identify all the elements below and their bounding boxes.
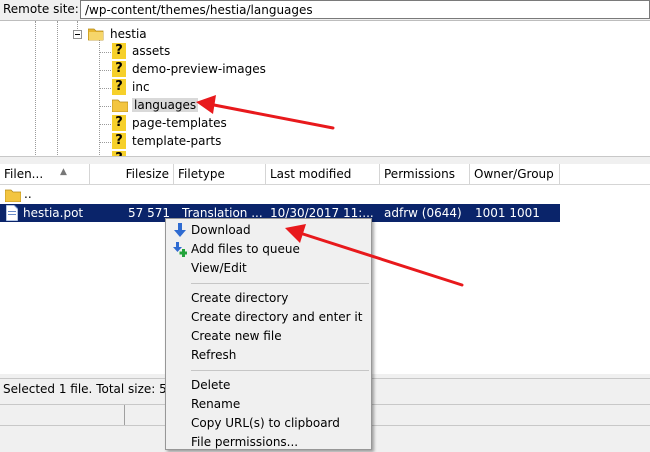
- tree-item-page-templates[interactable]: ? page-templates: [112, 114, 229, 132]
- column-owner-group[interactable]: Owner/Group: [470, 164, 560, 184]
- menu-item-rename[interactable]: Rename: [166, 395, 371, 414]
- menu-separator: [191, 283, 369, 284]
- column-filetype[interactable]: Filetype: [174, 164, 266, 184]
- tree-label: demo-preview-images: [132, 62, 266, 76]
- folder-open-icon: [88, 28, 104, 41]
- menu-item-add-to-queue[interactable]: Add files to queue: [166, 240, 371, 259]
- tree-label: assets: [132, 44, 171, 58]
- file-owner: 1001 1001: [475, 206, 540, 220]
- parent-directory-row[interactable]: ..: [0, 186, 560, 204]
- tree-item-assets[interactable]: ? assets: [112, 42, 172, 60]
- collapse-toggle-icon[interactable]: [73, 30, 82, 39]
- tree-label: inc: [132, 80, 150, 94]
- menu-item-download[interactable]: Download: [166, 221, 371, 240]
- menu-item-copy-url[interactable]: Copy URL(s) to clipboard: [166, 414, 371, 433]
- unknown-folder-icon: ?: [112, 79, 126, 95]
- unknown-folder-icon: ?: [112, 61, 126, 77]
- tree-label: template-parts: [132, 134, 222, 148]
- column-filesize[interactable]: Filesize: [90, 164, 174, 184]
- menu-item-file-permissions[interactable]: File permissions...: [166, 433, 371, 452]
- add-to-queue-icon: [173, 242, 187, 257]
- tree-item-demo-preview-images[interactable]: ? demo-preview-images: [112, 60, 268, 78]
- unknown-folder-icon: ?: [112, 43, 126, 59]
- tree-label: languages: [132, 98, 199, 112]
- sort-ascending-icon: ▲: [60, 167, 67, 177]
- menu-item-delete[interactable]: Delete: [166, 376, 371, 395]
- file-size: 57 571: [128, 206, 170, 220]
- menu-item-refresh[interactable]: Refresh: [166, 346, 371, 365]
- unknown-folder-icon: ?: [112, 133, 126, 149]
- column-last-modified[interactable]: Last modified: [266, 164, 380, 184]
- tree-label: page-templates: [132, 116, 227, 130]
- menu-separator: [191, 370, 369, 371]
- tree-item-template-parts[interactable]: ? template-parts: [112, 132, 223, 150]
- remote-site-label: Remote site:: [3, 2, 79, 16]
- menu-item-create-directory[interactable]: Create directory: [166, 289, 371, 308]
- column-filename[interactable]: Filen... ▲: [0, 164, 90, 184]
- remote-path-input[interactable]: [80, 0, 650, 19]
- remote-site-bar: Remote site:: [0, 0, 650, 20]
- tree-item-inc[interactable]: ? inc: [112, 78, 152, 96]
- remote-directory-tree: hestia ? assets ? demo-preview-images ? …: [0, 20, 650, 157]
- folder-icon: [112, 99, 128, 112]
- tree-item-hestia[interactable]: hestia: [88, 25, 149, 43]
- tree-item-languages[interactable]: languages: [112, 96, 199, 114]
- file-icon: [6, 205, 18, 221]
- column-header-row: Filen... ▲ Filesize Filetype Last modifi…: [0, 164, 650, 185]
- menu-item-create-directory-enter[interactable]: Create directory and enter it: [166, 308, 371, 327]
- folder-icon: [5, 189, 21, 202]
- menu-item-create-new-file[interactable]: Create new file: [166, 327, 371, 346]
- tree-label: hestia: [110, 27, 147, 41]
- selection-status-text: Selected 1 file. Total size: 57 5: [3, 382, 186, 396]
- unknown-folder-icon: ?: [112, 115, 126, 131]
- file-permissions: adfrw (0644): [384, 206, 462, 220]
- download-arrow-icon: [174, 223, 186, 237]
- menu-item-view-edit[interactable]: View/Edit: [166, 259, 371, 278]
- file-name: hestia.pot: [23, 206, 84, 220]
- column-permissions[interactable]: Permissions: [380, 164, 470, 184]
- context-menu: Download Add files to queue View/Edit Cr…: [165, 218, 372, 450]
